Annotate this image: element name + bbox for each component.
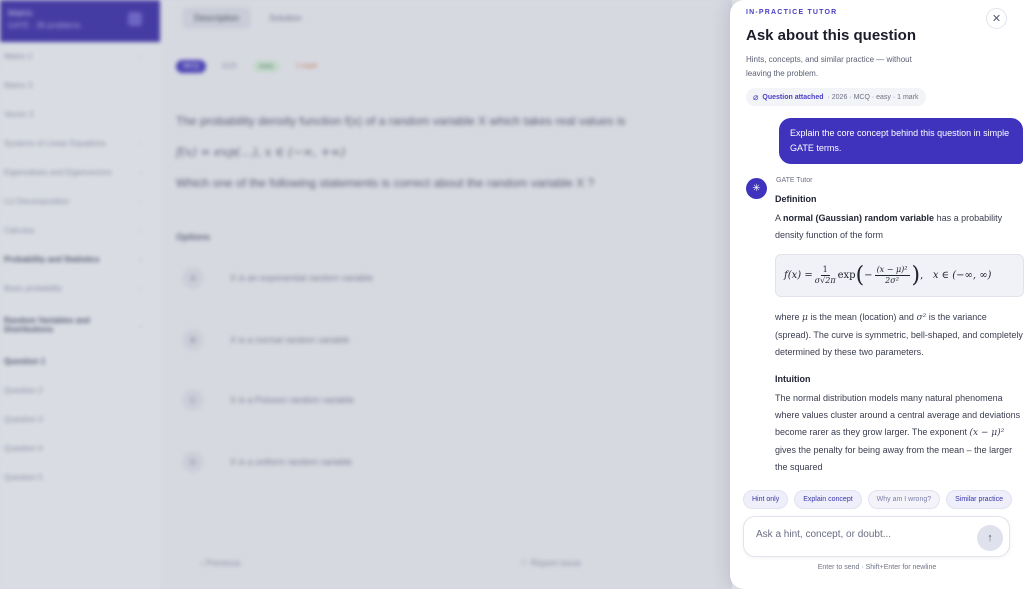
panel-subtitle: Hints, concepts, and similar practice — … <box>746 55 912 78</box>
arrow-up-icon: ↑ <box>987 532 993 544</box>
quick-action-chips: Hint only Explain concept Why am I wrong… <box>743 490 1012 509</box>
parameter-text: where μ is the mean (location) and σ² is… <box>775 312 1023 357</box>
chip-similar-practice[interactable]: Similar practice <box>946 490 1012 509</box>
overlay-scrim[interactable] <box>0 0 732 589</box>
tutor-avatar: ✳ <box>746 178 767 199</box>
chip-explain-concept[interactable]: Explain concept <box>794 490 862 509</box>
definition-text: A normal (Gaussian) random variable has … <box>775 213 1003 240</box>
definition-heading: Definition <box>775 194 817 204</box>
question-attached-chip: ⌀ Question attached · 2026 · MCQ · easy … <box>746 88 926 106</box>
chip-hint-only[interactable]: Hint only <box>743 490 789 509</box>
composer: ↑ <box>743 516 1010 557</box>
user-message: Explain the core concept behind this que… <box>779 118 1023 164</box>
attachment-label: Question attached <box>762 93 824 101</box>
sparkle-icon: ✳ <box>752 183 761 194</box>
ask-input[interactable] <box>756 529 966 540</box>
message-thread[interactable]: Explain the core concept behind this que… <box>730 112 1024 484</box>
panel-title: Ask about this question <box>746 27 917 44</box>
send-button[interactable]: ↑ <box>977 525 1003 551</box>
close-button[interactable]: ✕ <box>986 8 1007 29</box>
tutor-panel: IN-PRACTICE TUTOR ✕ Ask about this quest… <box>730 0 1024 589</box>
tutor-message: Definition A normal (Gaussian) random va… <box>775 191 1024 476</box>
tutor-name: GATE Tutor <box>776 177 813 184</box>
panel-eyebrow: IN-PRACTICE TUTOR <box>746 9 838 16</box>
intuition-heading: Intuition <box>775 374 811 384</box>
intuition-text: The normal distribution models many natu… <box>775 393 1021 472</box>
keyboard-hint: Enter to send · Shift+Enter for newline <box>817 564 937 571</box>
attachment-meta: · 2026 · MCQ · easy · 1 mark <box>827 93 919 101</box>
pdf-formula: f(x) = 1 σ√2π exp (− (x − μ)² 2σ²), x ∈ (−∞… <box>775 254 1024 297</box>
chip-why-wrong[interactable]: Why am I wrong? <box>867 490 941 509</box>
paperclip-icon: ⌀ <box>753 91 759 102</box>
close-icon: ✕ <box>991 13 1002 25</box>
